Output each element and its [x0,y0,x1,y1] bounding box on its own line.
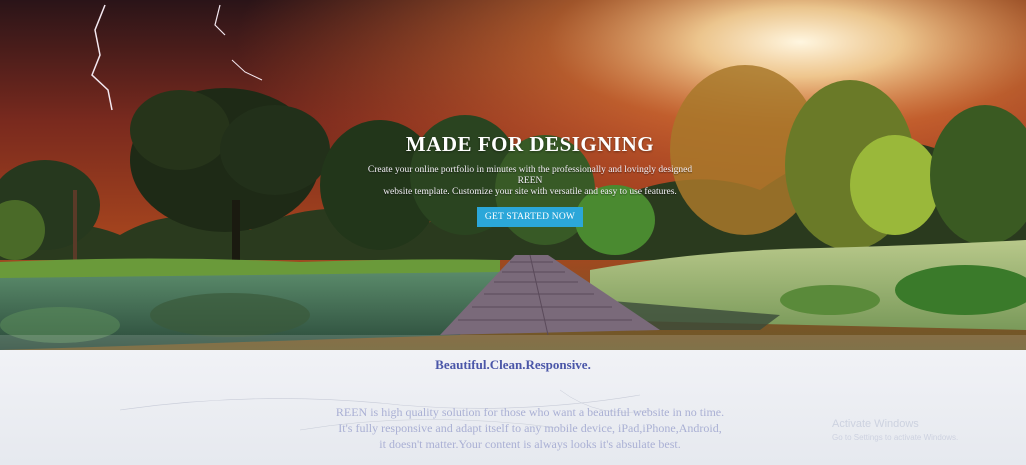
hero-title: MADE FOR DESIGNING [405,132,655,156]
get-started-button[interactable]: GET STARTED NOW [476,207,584,227]
feature-description-line: it doesn't matter.Your content is always… [379,437,681,451]
feature-description-line: It's fully responsive and adapt itself t… [338,421,722,435]
hero-section: MADE FOR DESIGNING Create your online po… [0,0,1026,350]
feature-description-line: REEN is high quality solution for those … [335,405,725,419]
hero-description-line: website template. Customize your site wi… [383,187,677,197]
feature-description: REEN is high quality solution for those … [260,404,800,452]
features-section: Beautiful.Clean.Responsive. REEN is high… [0,350,1026,465]
hero-description-line: Create your online portfolio in minutes … [367,165,693,186]
hero-description: Create your online portfolio in minutes … [355,165,705,198]
hero-content: MADE FOR DESIGNING Create your online po… [330,132,730,227]
watermark-subtitle: Go to Settings to activate Windows. [832,433,959,442]
activate-windows-watermark: Activate Windows Go to Settings to activ… [832,418,1012,444]
tagline: Beautiful.Clean.Responsive. [435,357,591,372]
watermark-title: Activate Windows [832,418,919,430]
page: MADE FOR DESIGNING Create your online po… [0,0,1026,465]
